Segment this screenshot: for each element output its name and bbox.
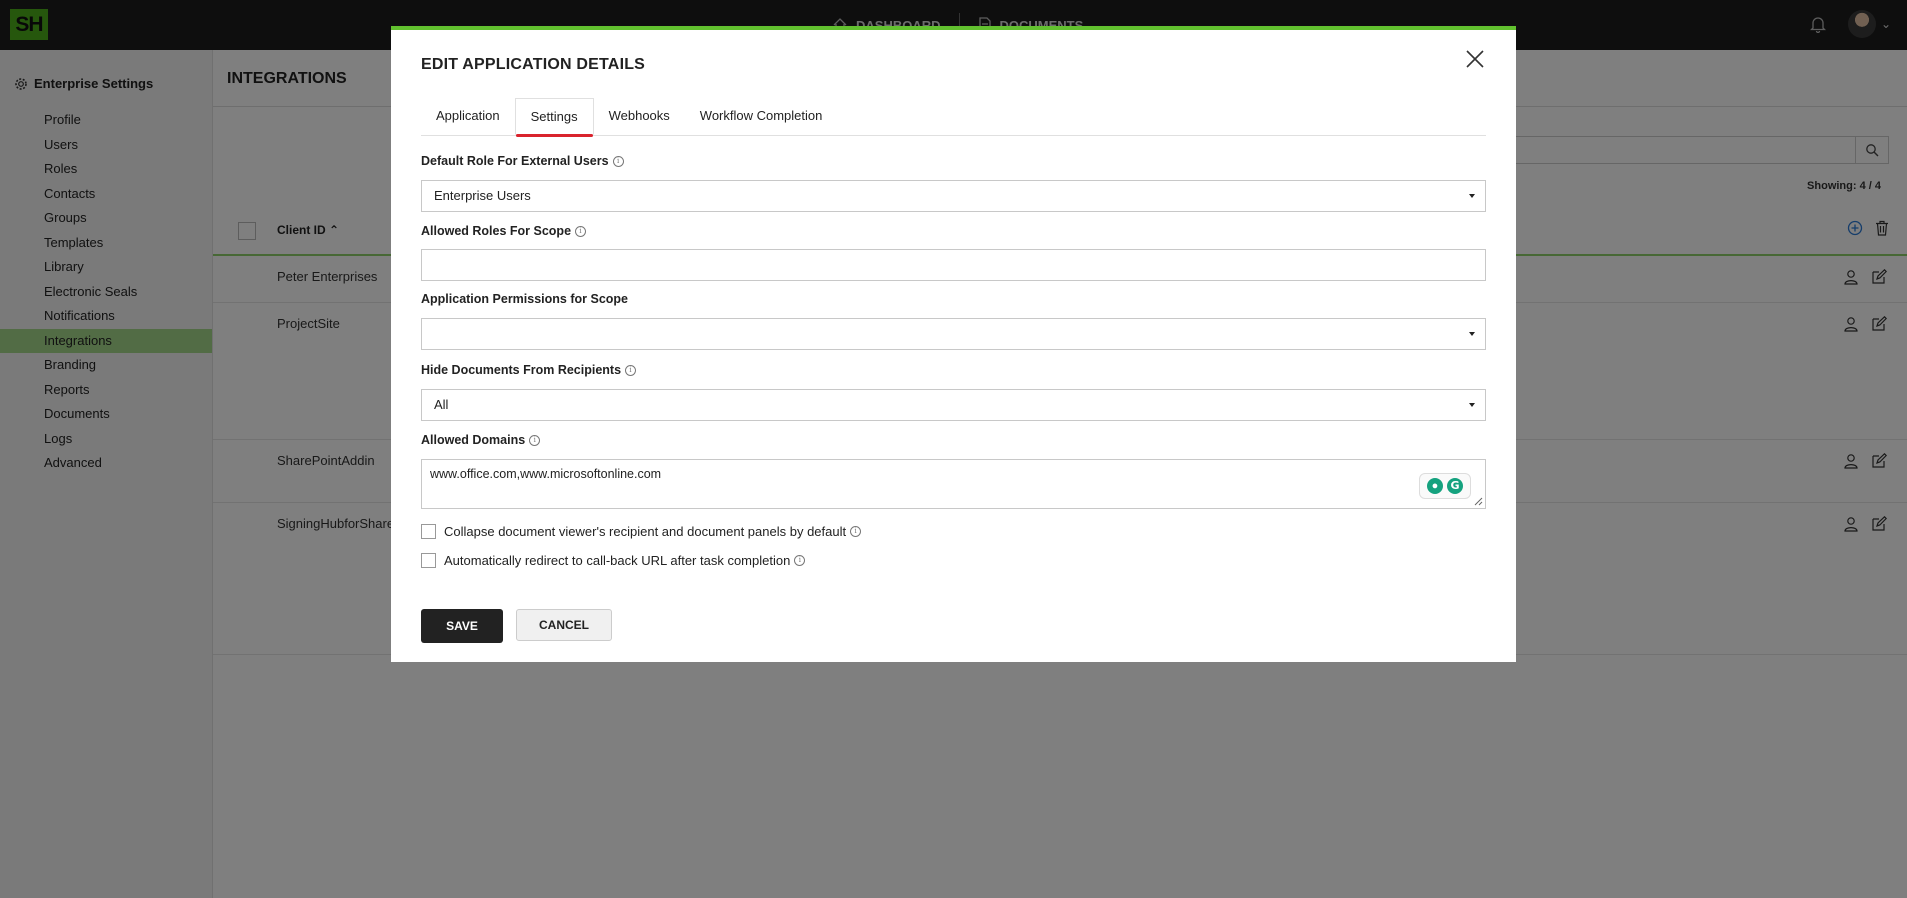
info-icon[interactable]: i: [612, 155, 624, 167]
allowed-domains-label: Allowed Domains i: [421, 433, 541, 447]
cancel-button[interactable]: CANCEL: [516, 609, 612, 641]
info-icon[interactable]: i: [794, 555, 806, 566]
tab-application[interactable]: Application: [421, 98, 515, 134]
auto-redirect-checkbox[interactable]: [421, 553, 436, 568]
default-role-value: Enterprise Users: [434, 188, 531, 203]
collapse-panels-label: Collapse document viewer's recipient and…: [444, 524, 847, 539]
grammarly-icon[interactable]: G: [1447, 478, 1463, 494]
tab-settings[interactable]: Settings: [514, 98, 594, 137]
allowed-roles-label-text: Allowed Roles For Scope: [421, 224, 572, 238]
caret-down-icon: [1469, 194, 1475, 198]
hide-docs-label-text: Hide Documents From Recipients: [421, 363, 622, 377]
modal-title: EDIT APPLICATION DETAILS: [421, 56, 646, 73]
hide-docs-value: All: [434, 397, 449, 412]
close-icon[interactable]: [1464, 48, 1486, 70]
info-icon[interactable]: i: [850, 526, 862, 537]
caret-down-icon: [1469, 332, 1475, 336]
lightbulb-icon[interactable]: ●: [1427, 478, 1443, 494]
default-role-label: Default Role For External Users i: [421, 154, 624, 168]
resize-handle-icon[interactable]: [1474, 497, 1483, 506]
allowed-domains-value: www.office.com,www.microsoftonline.com: [430, 467, 662, 481]
info-icon[interactable]: i: [529, 434, 541, 446]
default-role-label-text: Default Role For External Users: [421, 154, 609, 168]
allowed-roles-input[interactable]: [421, 249, 1486, 281]
permissions-label: Application Permissions for Scope: [421, 292, 628, 306]
save-button[interactable]: SAVE: [421, 609, 503, 643]
edit-application-modal: EDIT APPLICATION DETAILS Application Set…: [391, 26, 1516, 662]
allowed-domains-textarea[interactable]: www.office.com,www.microsoftonline.com ●…: [421, 459, 1486, 509]
collapse-panels-checkbox[interactable]: [421, 524, 436, 539]
info-icon[interactable]: i: [625, 364, 637, 376]
tab-webhooks[interactable]: Webhooks: [594, 98, 685, 134]
allowed-domains-label-text: Allowed Domains: [421, 433, 526, 447]
permissions-label-text: Application Permissions for Scope: [421, 292, 628, 306]
auto-redirect-option[interactable]: Automatically redirect to call-back URL …: [421, 553, 806, 568]
hide-docs-select[interactable]: All: [421, 389, 1486, 421]
auto-redirect-label: Automatically redirect to call-back URL …: [444, 553, 791, 568]
grammarly-widget[interactable]: ● G: [1419, 473, 1471, 499]
caret-down-icon: [1469, 403, 1475, 407]
tab-workflow-completion[interactable]: Workflow Completion: [685, 98, 838, 134]
permissions-select[interactable]: [421, 318, 1486, 350]
allowed-roles-label: Allowed Roles For Scope i: [421, 224, 587, 238]
modal-tabs: Application Settings Webhooks Workflow C…: [421, 98, 1486, 137]
collapse-panels-option[interactable]: Collapse document viewer's recipient and…: [421, 524, 862, 539]
default-role-select[interactable]: Enterprise Users: [421, 180, 1486, 212]
hide-docs-label: Hide Documents From Recipients i: [421, 363, 637, 377]
info-icon[interactable]: i: [575, 225, 587, 237]
